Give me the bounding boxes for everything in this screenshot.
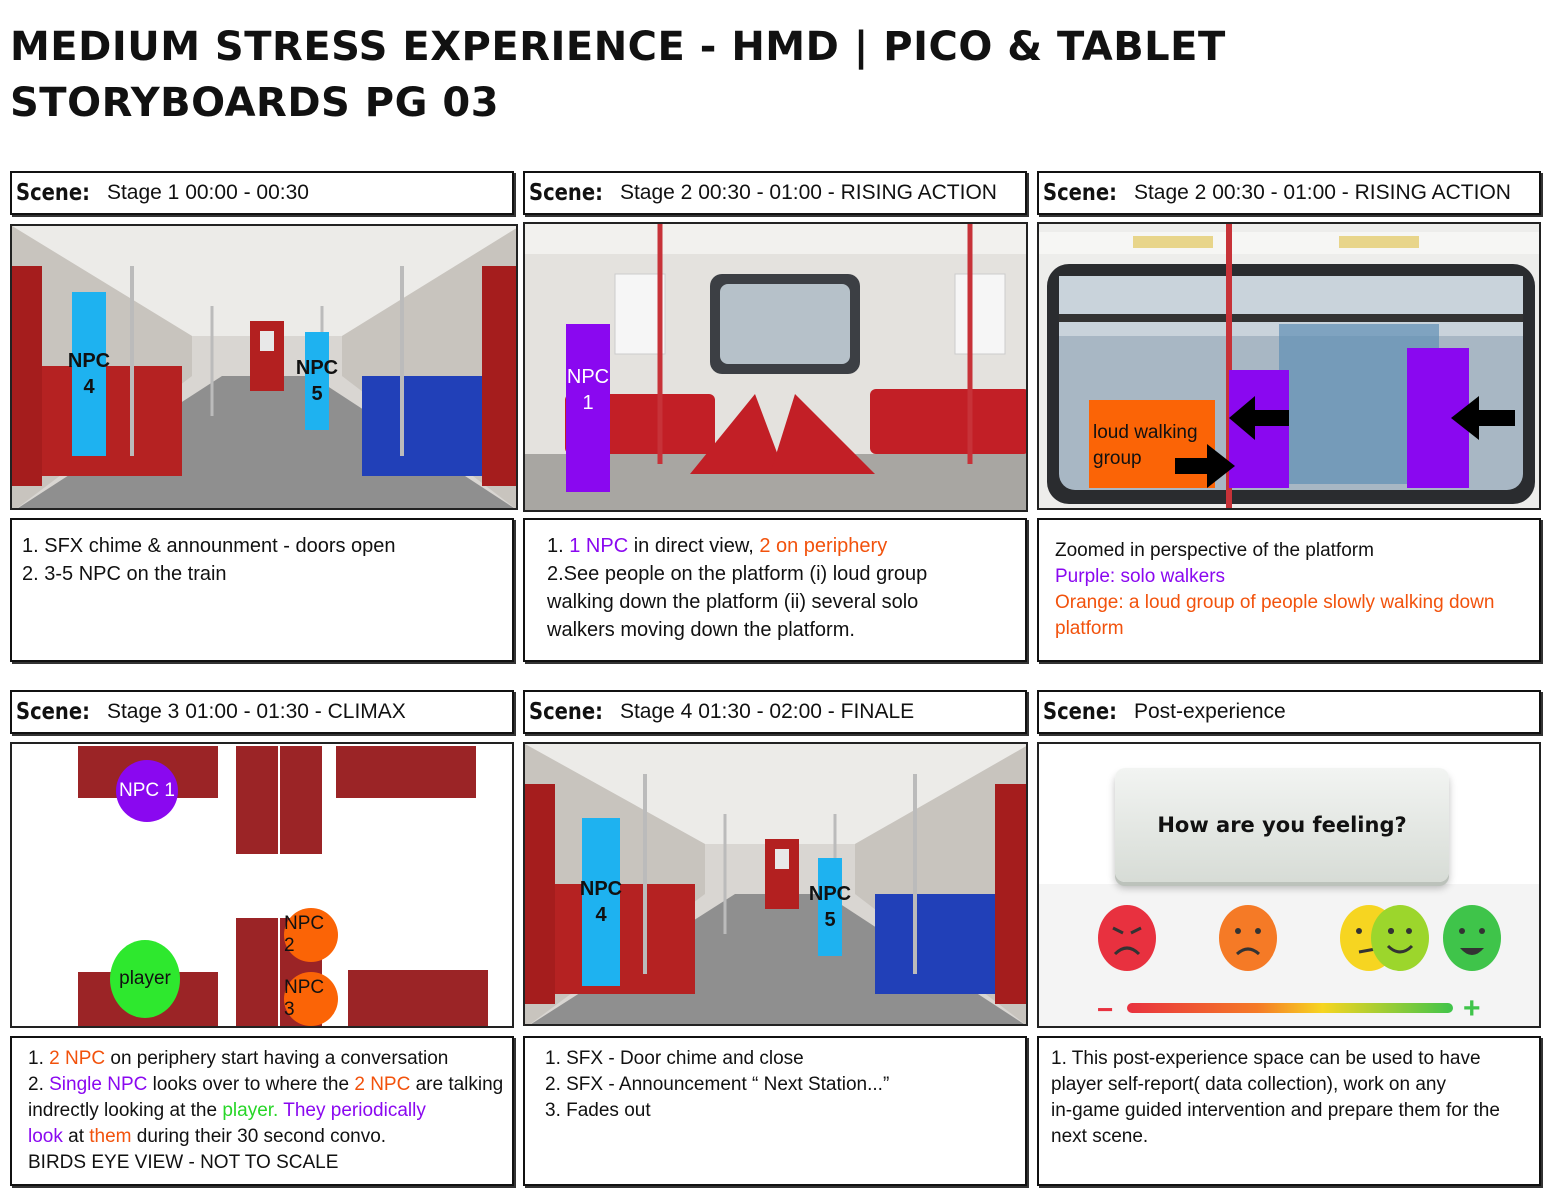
desc-highlight-purple: 1 NPC	[569, 535, 629, 557]
survey-question-card[interactable]: How are you feeling?	[1115, 768, 1449, 882]
desc-line: platform	[1055, 618, 1124, 639]
desc-highlight-orange: 2 NPC	[354, 1074, 411, 1095]
panel-4-description: 1. 2 NPC on periphery start having a con…	[10, 1036, 514, 1186]
desc-highlight-orange: 2 NPC	[49, 1048, 106, 1069]
train-window-image: loud walking group	[1037, 222, 1541, 510]
seat-block	[336, 746, 476, 798]
page-title-line2: STORYBOARDS PG 03	[10, 80, 500, 126]
desc-line: 1. SFX - Door chime and close	[545, 1048, 804, 1069]
scene-header-3: Scene: Stage 2 00:30 - 01:00 - RISING AC…	[1037, 171, 1541, 215]
seat-block	[280, 746, 322, 854]
desc-line: look at them during their 30 second conv…	[28, 1124, 496, 1150]
panel-2-description: 1. 1 NPC in direct view, 2 on periphery …	[523, 518, 1027, 662]
desc-line: indrectly looking at the player. They pe…	[28, 1098, 496, 1124]
scene-label: Scene:	[16, 180, 90, 206]
scene-title-3: Stage 2 00:30 - 01:00 - RISING ACTION	[1133, 181, 1511, 204]
npc-2-circle: NPC 2	[284, 908, 338, 962]
desc-highlight-orange: 2 on periphery	[759, 535, 888, 557]
seat-block	[236, 918, 278, 1026]
desc-highlight-purple: Single NPC	[49, 1074, 148, 1095]
desc-text: 2.	[28, 1074, 50, 1095]
arrow-right-icon	[1175, 444, 1235, 488]
scene-title-4: Stage 3 01:00 - 01:30 - CLIMAX	[106, 700, 406, 723]
panel-1-description: 1. SFX chime & announment - doors open 2…	[10, 518, 514, 662]
desc-line: player self-report( data collection), wo…	[1051, 1074, 1446, 1095]
arrow-left-icon	[1229, 396, 1289, 440]
direction-arrows	[1175, 396, 1515, 488]
feeling-scale-bar[interactable]	[1127, 1003, 1453, 1013]
scene-header-4: Scene: Stage 3 01:00 - 01:30 - CLIMAX	[10, 690, 514, 734]
desc-line: BIRDS EYE VIEW - NOT TO SCALE	[28, 1152, 339, 1173]
desc-highlight-orange: them	[89, 1126, 132, 1147]
desc-line: Orange: a loud group of people slowly wa…	[1055, 592, 1495, 613]
scene-label: Scene:	[16, 699, 90, 725]
scene-header-2: Scene: Stage 2 00:30 - 01:00 - RISING AC…	[523, 171, 1027, 215]
desc-highlight-purple: look	[28, 1126, 63, 1147]
scene-title-5: Stage 4 01:30 - 02:00 - FINALE	[619, 700, 915, 723]
scale-plus-icon: +	[1463, 992, 1481, 1025]
desc-text: 1.	[547, 535, 570, 557]
desc-text: on periphery start having a conversation	[105, 1048, 449, 1069]
desc-text: 1.	[28, 1048, 50, 1069]
desc-line: 2. SFX - Announcement “ Next Station...”	[545, 1074, 890, 1095]
npc-5-marker: NPC 5	[809, 858, 851, 956]
npc-1-marker: NPC 1	[566, 324, 610, 492]
scene-label: Scene:	[1043, 180, 1117, 206]
panel-5-description: 1. SFX - Door chime and close 2. SFX - A…	[523, 1036, 1027, 1186]
desc-line: 2. Single NPC looks over to where the 2 …	[28, 1072, 503, 1098]
desc-line: 1. 2 NPC on periphery start having a con…	[28, 1046, 496, 1072]
seat-block	[236, 746, 278, 854]
scene-title-1: Stage 1 00:00 - 00:30	[106, 181, 309, 204]
desc-line: 1. 1 NPC in direct view, 2 on periphery	[547, 532, 1015, 560]
scene-label: Scene:	[529, 180, 603, 206]
desc-text: at	[62, 1126, 90, 1147]
desc-text: looks over to where the	[147, 1074, 355, 1095]
desc-text: during their 30 second convo.	[131, 1126, 387, 1147]
very-happy-face-icon[interactable]	[1443, 905, 1501, 971]
desc-line: Purple: solo walkers	[1055, 566, 1226, 587]
train-interior-image-2: NPC 4 NPC 5	[523, 742, 1028, 1026]
scene-header-5: Scene: Stage 4 01:30 - 02:00 - FINALE	[523, 690, 1027, 734]
scene-header-6: Scene: Post-experience	[1037, 690, 1541, 734]
desc-line: in-game guided intervention and prepare …	[1051, 1100, 1500, 1121]
page-title-line1: MEDIUM STRESS EXPERIENCE - HMD | PICO & …	[10, 24, 1226, 70]
desc-line: next scene.	[1051, 1126, 1149, 1147]
desc-line: walkers moving down the platform.	[547, 619, 855, 641]
npc-1-circle: NPC 1	[116, 760, 178, 822]
scene-title-6: Post-experience	[1133, 700, 1286, 723]
desc-text: are talking	[410, 1074, 504, 1095]
train-interior-image-1: NPC 4 NPC 5	[10, 224, 518, 510]
panel-3-description: Zoomed in perspective of the platform Pu…	[1037, 518, 1541, 662]
desc-highlight-purple: They periodically	[278, 1100, 426, 1121]
scene-title-2: Stage 2 00:30 - 01:00 - RISING ACTION	[619, 181, 997, 204]
desc-line: 3. Fades out	[545, 1100, 651, 1121]
desc-line: 1. This post-experience space can be use…	[1051, 1048, 1481, 1069]
desc-text: in direct view,	[628, 535, 760, 557]
desc-line: Zoomed in perspective of the platform	[1055, 540, 1374, 561]
birds-eye-view-diagram: NPC 1 NPC 2 NPC 3 player	[10, 742, 514, 1028]
sad-face-icon[interactable]	[1219, 905, 1277, 971]
npc-5-marker: NPC 5	[296, 332, 338, 430]
scene-header-1: Scene: Stage 1 00:00 - 00:30	[10, 171, 514, 215]
arrow-left-icon	[1451, 396, 1515, 440]
scene-label: Scene:	[529, 699, 603, 725]
train-seats-image: NPC 1	[523, 222, 1028, 512]
very-upset-face-icon[interactable]	[1098, 905, 1156, 971]
seat-block	[348, 970, 488, 1026]
feeling-survey-ui: How are you feeling? − +	[1037, 742, 1541, 1028]
scene-label: Scene:	[1043, 699, 1117, 725]
desc-highlight-green: player.	[222, 1100, 279, 1121]
scale-minus-icon: −	[1097, 994, 1114, 1025]
npc-4-marker: NPC 4	[68, 292, 110, 456]
desc-text: indrectly looking at the	[28, 1100, 223, 1121]
desc-line: walking down the platform (ii) several s…	[547, 591, 919, 613]
happy-face-features	[1386, 928, 1414, 954]
desc-line: 1. SFX chime & announment - doors open	[22, 535, 396, 557]
player-circle: player	[110, 940, 180, 1018]
npc-4-marker: NPC 4	[580, 818, 622, 986]
desc-line: 2. 3-5 NPC on the train	[22, 563, 227, 585]
panel-6-description: 1. This post-experience space can be use…	[1037, 1036, 1541, 1186]
npc-3-circle: NPC 3	[284, 972, 338, 1026]
desc-line: 2.See people on the platform (i) loud gr…	[547, 563, 928, 585]
